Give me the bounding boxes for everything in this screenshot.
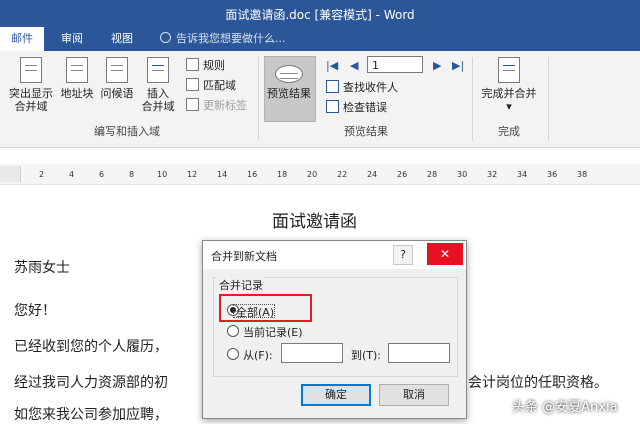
- tab-view[interactable]: 视图: [102, 27, 142, 51]
- group-finish-label: 完成: [498, 125, 520, 138]
- ribbon: 突出显示 合并域 地址块 问候语 插入 合并域 规则 匹配域 更新标签 编写和插…: [0, 51, 640, 148]
- ruler-number: 4: [69, 170, 75, 179]
- help-button[interactable]: ?: [393, 245, 413, 265]
- document-line: 会计岗位的任职资格。: [468, 375, 608, 391]
- preview-eye-icon: [275, 65, 303, 83]
- last-record-icon[interactable]: ▶|: [452, 59, 464, 72]
- from-label: 从(F):: [243, 349, 273, 362]
- greeting-line-label: 问候语: [100, 87, 134, 100]
- tell-me-box[interactable]: 告诉我您想要做什么...: [160, 27, 286, 51]
- match-fields-icon: [186, 78, 199, 91]
- preview-results-label: 预览结果: [267, 87, 311, 100]
- to-input[interactable]: [388, 343, 450, 363]
- ruler-number: 28: [427, 170, 438, 179]
- rules-button[interactable]: 规则: [186, 57, 225, 75]
- ruler-number: 24: [367, 170, 378, 179]
- find-recipient-button[interactable]: 查找收件人: [326, 79, 398, 97]
- title-bar: 面试邀请函.doc [兼容模式] - Word: [0, 0, 640, 27]
- address-block-label: 地址块: [60, 87, 94, 100]
- ribbon-separator: [548, 57, 549, 141]
- group-write-insert-label: 编写和插入域: [94, 125, 160, 138]
- highlight-label-2: 合并域: [14, 100, 48, 113]
- greeting-line-button[interactable]: 问候语: [98, 57, 136, 100]
- ribbon-separator: [258, 57, 259, 141]
- ruler-number: 10: [157, 170, 168, 179]
- insert-merge-field-icon: [147, 57, 169, 83]
- merge-records-legend: 合并记录: [217, 277, 265, 293]
- watermark: 头条 @安夏Anxia: [512, 400, 618, 415]
- group-preview-label: 预览结果: [344, 125, 388, 138]
- ribbon-tab-bar: 邮件 审阅 视图 告诉我您想要做什么...: [0, 27, 640, 51]
- from-input[interactable]: [281, 343, 343, 363]
- record-number-input[interactable]: 1: [367, 56, 423, 73]
- insert-label-1: 插入: [147, 87, 169, 100]
- ruler-number: 12: [187, 170, 198, 179]
- from-radio[interactable]: [227, 348, 239, 360]
- ruler-number: 38: [577, 170, 588, 179]
- document-line: 您好！: [14, 303, 56, 319]
- ruler-number: 30: [457, 170, 468, 179]
- ruler-number: 22: [337, 170, 348, 179]
- ok-button[interactable]: 确定: [301, 384, 371, 406]
- match-fields-button[interactable]: 匹配域: [186, 77, 236, 95]
- ruler-number: 26: [397, 170, 408, 179]
- ruler-number: 18: [277, 170, 288, 179]
- window-title: 面试邀请函.doc [兼容模式] - Word: [225, 8, 415, 22]
- document-line: 如您来我公司参加应聘，: [14, 407, 168, 423]
- update-labels-button[interactable]: 更新标签: [186, 97, 247, 115]
- document-title: 面试邀请函: [272, 212, 357, 232]
- check-errors-button[interactable]: 检查错误: [326, 99, 387, 117]
- document-line: 经过我司人力资源部的初: [14, 375, 168, 391]
- insert-label-2: 合并域: [141, 100, 175, 113]
- finish-merge-button[interactable]: 完成并合并 ▾: [478, 57, 540, 113]
- address-block-icon: [66, 57, 88, 83]
- ruler-number: 36: [547, 170, 558, 179]
- ruler-number: 6: [99, 170, 105, 179]
- find-recipient-icon: [326, 80, 339, 93]
- tell-me-text: 告诉我您想要做什么...: [176, 32, 286, 45]
- update-labels-icon: [186, 98, 199, 111]
- red-highlight-box: [219, 294, 312, 322]
- current-record-radio[interactable]: [227, 325, 239, 337]
- horizontal-ruler[interactable]: 2 4 6 8 10 12 14 16 18 20 22 24 26 28 30…: [0, 164, 640, 185]
- ruler-number: 16: [247, 170, 258, 179]
- highlight-merge-fields-button[interactable]: 突出显示 合并域: [6, 57, 56, 113]
- check-errors-icon: [326, 100, 339, 113]
- ruler-number: 2: [39, 170, 45, 179]
- indent-marker[interactable]: [0, 166, 21, 182]
- tab-mailings[interactable]: 邮件: [0, 27, 44, 51]
- finish-merge-icon: [498, 57, 520, 83]
- dialog-title-bar: 合并到新文档 ? ✕: [203, 241, 466, 269]
- previous-record-icon[interactable]: ◀: [350, 59, 358, 72]
- lightbulb-icon: [160, 32, 171, 43]
- close-icon[interactable]: ✕: [427, 243, 463, 265]
- first-record-icon[interactable]: |◀: [326, 59, 338, 72]
- address-block-button[interactable]: 地址块: [58, 57, 96, 100]
- highlight-fields-icon: [20, 57, 42, 83]
- dialog-title: 合并到新文档: [211, 250, 277, 263]
- finish-merge-label: 完成并合并: [481, 87, 537, 100]
- ruler-number: 8: [129, 170, 135, 179]
- ruler-number: 14: [217, 170, 228, 179]
- greeting-line-icon: [106, 57, 128, 83]
- ribbon-separator: [472, 57, 473, 141]
- ruler-number: 20: [307, 170, 318, 179]
- insert-merge-field-button[interactable]: 插入 合并域: [138, 57, 178, 113]
- rules-icon: [186, 58, 199, 71]
- ruler-number: 34: [517, 170, 528, 179]
- document-line: 苏雨女士: [14, 260, 70, 276]
- ruler-number: 32: [487, 170, 498, 179]
- finish-merge-dropdown-icon: ▾: [506, 100, 512, 113]
- to-label: 到(T):: [351, 349, 382, 362]
- document-line: 已经收到您的个人履历，: [14, 339, 168, 355]
- cancel-button[interactable]: 取消: [379, 384, 449, 406]
- preview-results-content: 预览结果: [264, 65, 314, 100]
- merge-to-new-document-dialog: 合并到新文档 ? ✕ 合并记录 全部(A) 当前记录(E) 从(F): 到(T)…: [202, 240, 467, 419]
- highlight-label-1: 突出显示: [9, 87, 53, 100]
- tab-review[interactable]: 审阅: [52, 27, 92, 51]
- current-record-label[interactable]: 当前记录(E): [243, 324, 303, 340]
- next-record-icon[interactable]: ▶: [433, 59, 441, 72]
